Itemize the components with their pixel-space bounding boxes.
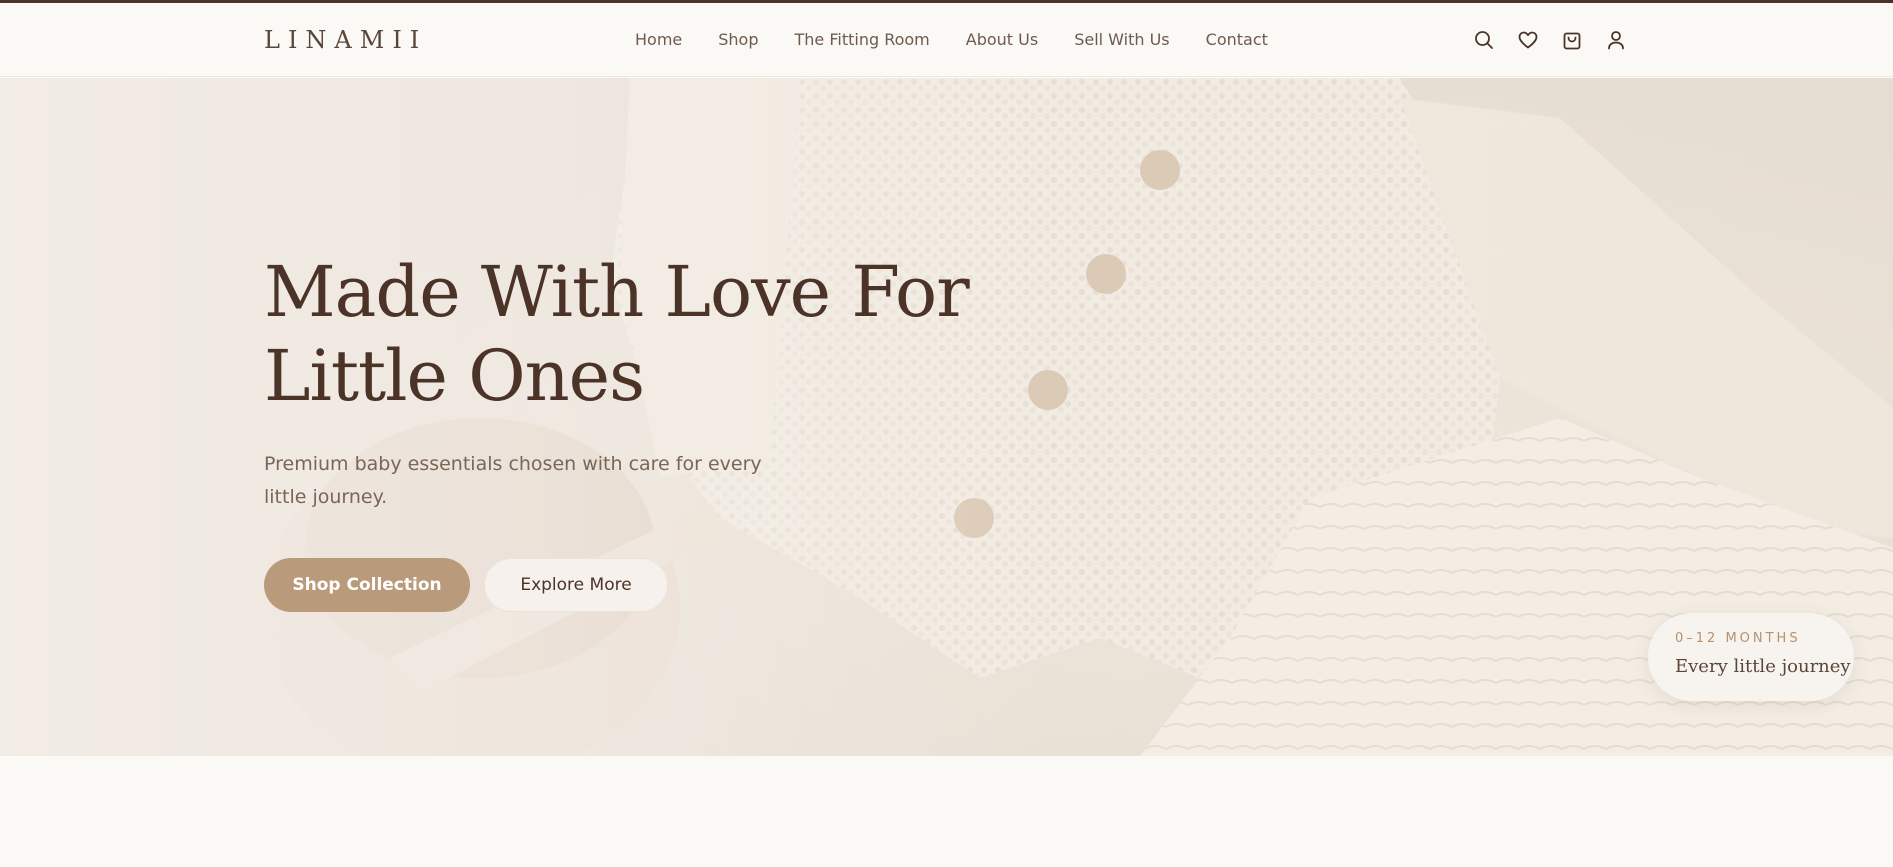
- heart-icon[interactable]: [1518, 29, 1538, 51]
- user-icon[interactable]: [1606, 29, 1626, 51]
- hero-subtitle-line-2: little journey.: [264, 486, 388, 508]
- nav-item-sell-with-us[interactable]: Sell With Us: [1074, 30, 1169, 50]
- hero-title: Made With Love For Little Ones: [264, 250, 1024, 418]
- cart-icon[interactable]: [1562, 29, 1582, 51]
- shop-collection-button[interactable]: Shop Collection: [264, 558, 470, 612]
- badge-text: Every little journey: [1675, 656, 1851, 677]
- nav-item-contact[interactable]: Contact: [1206, 30, 1268, 50]
- badge-eyebrow: 0–12 MONTHS: [1675, 631, 1801, 646]
- hero-title-line-2: Little Ones: [264, 335, 645, 417]
- age-range-badge: 0–12 MONTHS Every little journey: [1648, 613, 1854, 701]
- brand-logo[interactable]: LINAMII: [264, 25, 427, 55]
- hero-banner: Made With Love For Little Ones Premium b…: [0, 78, 1893, 756]
- nav-item-shop[interactable]: Shop: [718, 30, 758, 50]
- explore-more-button[interactable]: Explore More: [484, 558, 668, 612]
- page-content-area: [0, 756, 1893, 867]
- main-nav: Home Shop The Fitting Room About Us Sell…: [635, 30, 1268, 50]
- header-actions: [1474, 29, 1626, 51]
- nav-item-fitting-room[interactable]: The Fitting Room: [795, 30, 930, 50]
- hero-title-line-1: Made With Love For: [264, 251, 970, 333]
- hero-subtitle: Premium baby essentials chosen with care…: [264, 448, 784, 514]
- nav-item-about-us[interactable]: About Us: [966, 30, 1038, 50]
- search-icon[interactable]: [1474, 29, 1494, 51]
- site-header: LINAMII Home Shop The Fitting Room About…: [0, 3, 1893, 77]
- hero-subtitle-line-1: Premium baby essentials chosen with care…: [264, 453, 762, 475]
- nav-item-home[interactable]: Home: [635, 30, 682, 50]
